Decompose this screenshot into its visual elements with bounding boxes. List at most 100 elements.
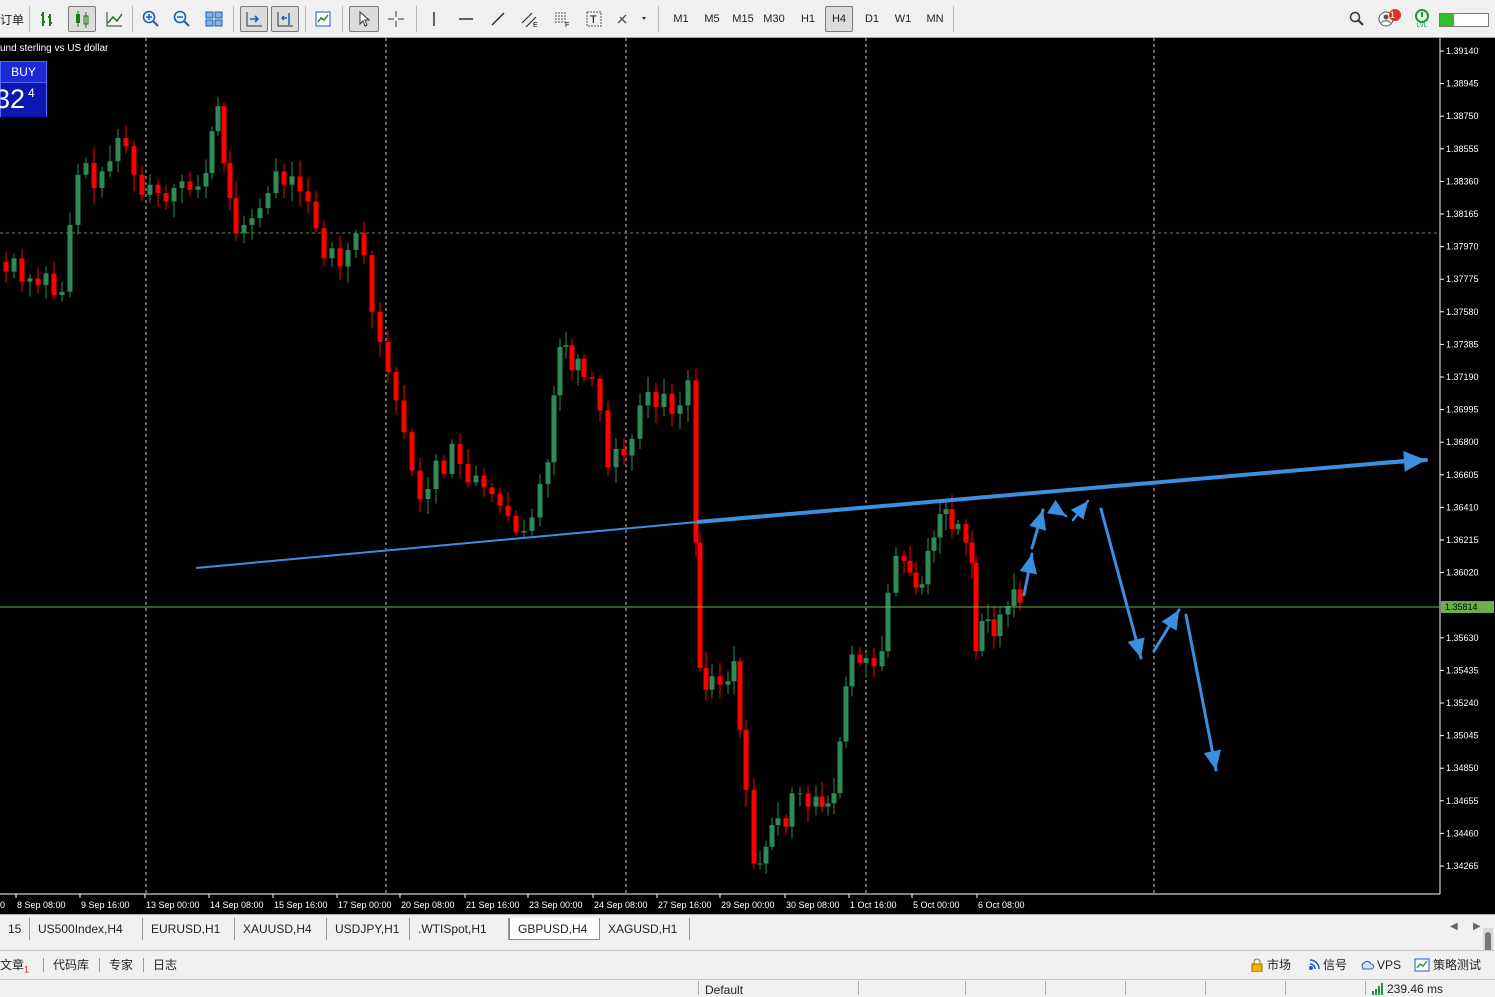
chart-tab[interactable]: EURUSD,H1: [143, 918, 235, 940]
candle-body: [843, 686, 849, 742]
tab-scroll-right-icon[interactable]: ▶: [1473, 921, 1481, 932]
bar-chart-button[interactable]: [36, 6, 60, 32]
candle-body: [385, 341, 391, 372]
line-chart-icon: [106, 12, 123, 27]
timeframe-m15-button[interactable]: M15: [729, 6, 757, 32]
search-button[interactable]: [1345, 6, 1369, 32]
equidistant-channel-button[interactable]: E: [518, 6, 542, 32]
vertical-line-button[interactable]: [422, 6, 446, 32]
strategy-tester-icon: [1414, 958, 1430, 972]
signals-label: 信号: [1323, 958, 1348, 972]
price-tick-label: 1.39140: [1446, 46, 1479, 56]
timeframe-mn-button[interactable]: MN: [921, 6, 949, 32]
timeframe-w1-button[interactable]: W1: [889, 6, 917, 32]
horizontal-line-icon: [459, 18, 473, 20]
price-tick-label: 1.35630: [1446, 633, 1479, 643]
market-button[interactable]: 市场: [1250, 955, 1291, 975]
timeframe-d1-button[interactable]: D1: [858, 6, 886, 32]
candle-body: [943, 509, 949, 515]
candle-body: [969, 542, 975, 563]
one-click-buy-panel[interactable]: BUY 32 4: [0, 61, 47, 117]
zoom-out-button[interactable]: [170, 6, 194, 32]
candle-body: [709, 676, 715, 690]
candle-body: [51, 273, 57, 296]
candle-body: [849, 654, 855, 687]
trendline-button[interactable]: [486, 6, 510, 32]
buy-button-label[interactable]: BUY: [1, 62, 46, 83]
timeframe-h4-button[interactable]: H4: [825, 6, 853, 32]
candle-body: [1017, 589, 1023, 603]
svg-text:E: E: [533, 22, 538, 29]
candle-body: [99, 171, 105, 189]
strategy-tester-button[interactable]: 策略测试: [1414, 955, 1481, 975]
candle-body: [115, 137, 121, 162]
candle-body: [497, 494, 503, 506]
time-tick-label: 9 Sep 16:00: [81, 900, 130, 910]
candle-body: [825, 803, 831, 807]
tab-experts[interactable]: 专家: [109, 955, 133, 975]
toolbar-separator: [132, 6, 133, 32]
timeframe-m30-button[interactable]: M30: [760, 6, 788, 32]
chart-tab[interactable]: .WTISpot,H1: [410, 918, 509, 940]
tab-codebase[interactable]: 代码库: [53, 955, 89, 975]
articles-badge: 1: [24, 964, 30, 975]
candle-body: [819, 796, 825, 807]
timeframe-m1-button[interactable]: M1: [667, 6, 695, 32]
zoom-in-button[interactable]: [139, 6, 163, 32]
signals-button[interactable]: 信号: [1306, 955, 1347, 975]
chart-tab[interactable]: GBPUSD,H4: [509, 918, 600, 940]
price-tick-label: 1.36800: [1446, 437, 1479, 447]
time-tick-label: 27 Sep 16:00: [658, 900, 712, 910]
candle-body: [919, 584, 925, 588]
text-button[interactable]: T: [582, 6, 606, 32]
price-tick-label: 1.34655: [1446, 796, 1479, 806]
price-chart[interactable]: 1.39140 1.38945 1.38750 1.38555 1.38360 1.381…: [0, 38, 1495, 914]
chart-tab[interactable]: XAUUSD,H4: [235, 918, 327, 940]
buy-price-box[interactable]: 32 4: [0, 83, 46, 117]
auto-scroll-button[interactable]: [240, 6, 268, 32]
cursor-button[interactable]: [349, 6, 379, 32]
tile-windows-button[interactable]: [202, 6, 226, 32]
candle-body: [557, 346, 563, 396]
time-tick-label: 21 Sep 16:00: [466, 900, 520, 910]
chart-tab[interactable]: XAGUSD,H1: [600, 918, 690, 940]
status-separator: [1045, 981, 1046, 995]
candle-body: [581, 358, 587, 377]
price-tick-label: 1.37190: [1446, 372, 1479, 382]
candle-body: [763, 846, 769, 864]
candle-body: [669, 393, 675, 414]
annotation-arrow-small-2-head: [1070, 501, 1088, 520]
candle-body: [361, 233, 367, 255]
chart-tab[interactable]: 15: [0, 918, 30, 940]
tab-scroll-left-icon[interactable]: ◀: [1450, 921, 1458, 932]
tab-journal[interactable]: 日志: [153, 955, 177, 975]
level-button[interactable]: LVL: [1410, 6, 1434, 32]
chart-tab[interactable]: US500Index,H4: [30, 918, 143, 940]
candle-body: [67, 224, 73, 292]
candle-body: [227, 163, 233, 199]
candlestick-button[interactable]: [68, 6, 96, 32]
chart-tab[interactable]: USDJPY,H1: [327, 918, 410, 940]
timeframe-h1-button[interactable]: H1: [794, 6, 822, 32]
candle-body: [203, 173, 209, 187]
chart-shift-button[interactable]: [271, 6, 299, 32]
horizontal-line-button[interactable]: [454, 6, 478, 32]
fibonacci-button[interactable]: F: [550, 6, 574, 32]
search-icon: [1349, 11, 1364, 26]
templates-button[interactable]: [311, 6, 335, 32]
timeframe-m5-button[interactable]: M5: [698, 6, 726, 32]
shapes-dropdown-button[interactable]: [612, 6, 652, 32]
status-separator: [858, 981, 859, 995]
candle-body: [163, 193, 169, 202]
vps-button[interactable]: VPS: [1360, 955, 1401, 975]
line-chart-button[interactable]: [102, 6, 126, 32]
crosshair-button[interactable]: [384, 6, 408, 32]
price-tick-label: 1.34265: [1446, 861, 1479, 871]
candle-body: [273, 171, 279, 194]
account-button[interactable]: 1: [1374, 6, 1404, 32]
candle-body: [449, 443, 455, 474]
new-order-button[interactable]: 订单: [0, 6, 24, 32]
price-tick-label: 1.37580: [1446, 307, 1479, 317]
tab-articles[interactable]: 文章1: [0, 955, 29, 975]
signal-strength-fill: [1440, 14, 1454, 26]
